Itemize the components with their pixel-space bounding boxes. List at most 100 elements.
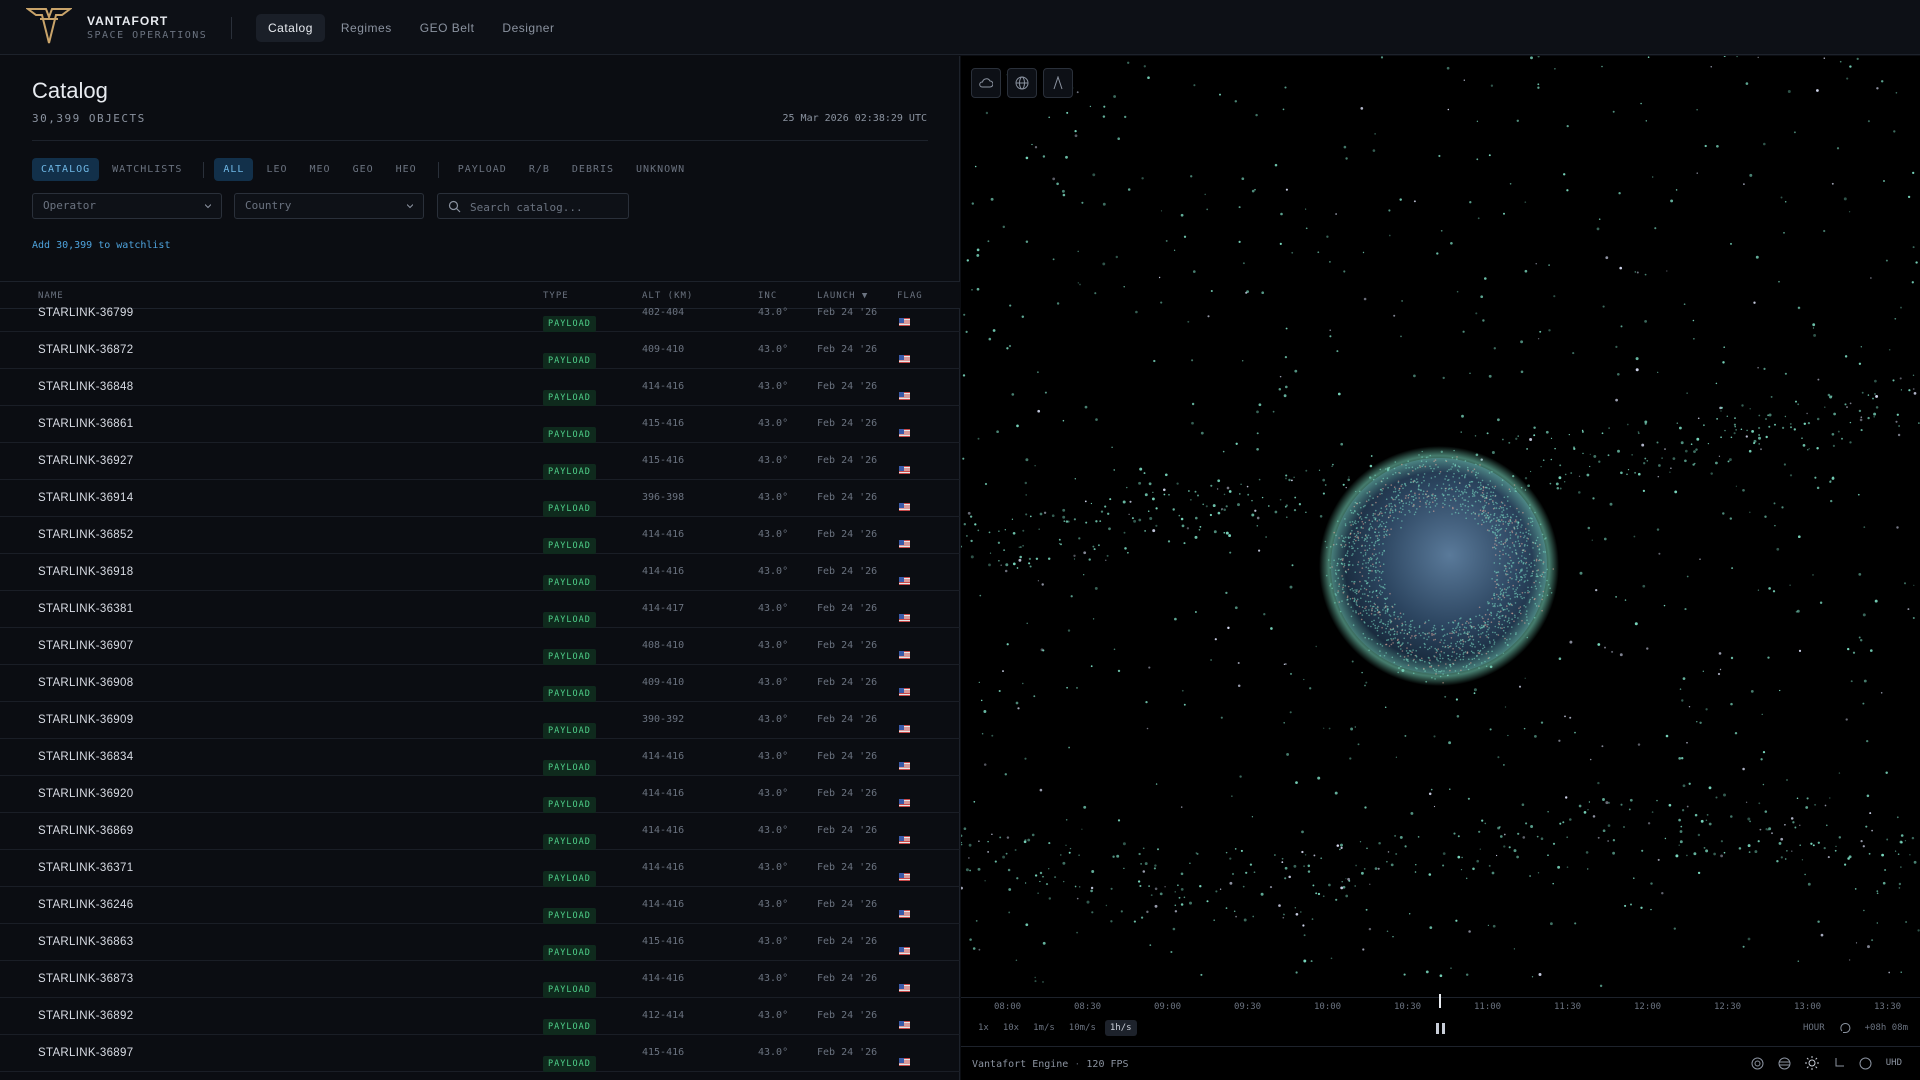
leo-object-dot: [1459, 626, 1461, 628]
page-title: Catalog: [32, 78, 108, 103]
clouds-toggle-button[interactable]: [971, 68, 1001, 98]
table-row[interactable]: STARLINK-36799 PAYLOAD 402-404 43.0° Feb 24 …: [0, 307, 960, 332]
leo-object-dot: [1485, 634, 1487, 637]
table-row[interactable]: STARLINK-36909 PAYLOAD 390-392 43.0° Feb 24 …: [0, 702, 960, 739]
table-row[interactable]: STARLINK-36861 PAYLOAD 415-416 43.0° Feb 24 …: [0, 406, 960, 443]
table-row[interactable]: STARLINK-36908 PAYLOAD 409-410 43.0° Feb 24 …: [0, 665, 960, 702]
col-inc[interactable]: INC: [758, 291, 777, 301]
leo-object-dot: [1517, 562, 1520, 564]
filter-meo[interactable]: MEO: [301, 158, 340, 181]
table-row[interactable]: STARLINK-36872 PAYLOAD 409-410 43.0° Feb 24 …: [0, 332, 960, 369]
vantafort-logo-icon[interactable]: [26, 5, 72, 47]
reset-time-icon[interactable]: [1839, 1022, 1851, 1034]
speed-1m-s[interactable]: 1m/s: [1028, 1020, 1060, 1036]
brand: VANTAFORT SPACE OPERATIONS: [87, 14, 207, 41]
filter-leo[interactable]: LEO: [257, 158, 296, 181]
debris-dot: [987, 840, 989, 843]
leo-object-dot: [1434, 499, 1436, 502]
globe-toggle-button[interactable]: [1007, 68, 1037, 98]
nav-catalog[interactable]: Catalog: [256, 14, 325, 42]
table-row[interactable]: STARLINK-36873 PAYLOAD 414-416 43.0° Feb 24 …: [0, 961, 960, 998]
col-launch[interactable]: LAUNCH ▼: [817, 291, 868, 301]
tab-catalog[interactable]: CATALOG: [32, 158, 100, 181]
leo-object-dot: [1390, 643, 1393, 646]
table-row[interactable]: STARLINK-36852 PAYLOAD 414-416 43.0° Feb 24 …: [0, 517, 960, 554]
col-alt[interactable]: ALT (KM): [642, 291, 693, 301]
speed-1h-s[interactable]: 1h/s: [1104, 1020, 1137, 1036]
debris-dot: [1564, 473, 1567, 476]
add-to-watchlist-link[interactable]: Add 30,399 to watchlist: [32, 240, 170, 251]
table-row[interactable]: STARLINK-36381 PAYLOAD 414-417 43.0° Feb 24 …: [0, 591, 960, 628]
leo-object-dot: [1376, 520, 1378, 522]
operator-select[interactable]: Operator: [32, 193, 222, 219]
debris-dot: [1607, 454, 1610, 457]
speed-10x[interactable]: 10x: [998, 1020, 1024, 1036]
table-row[interactable]: STARLINK-36920 PAYLOAD 414-416 43.0° Feb 24 …: [0, 776, 960, 813]
sun-icon[interactable]: [1804, 1056, 1819, 1070]
leo-object-dot: [1364, 593, 1366, 595]
table-row[interactable]: STARLINK-36907 PAYLOAD 408-410 43.0° Feb 24 …: [0, 628, 960, 665]
globe-viewer[interactable]: 08:00 08:30 09:00 09:30 10:00 10:30 11:00 11:30…: [961, 56, 1920, 1080]
pause-icon[interactable]: [1436, 1023, 1445, 1034]
tab-watchlists[interactable]: WATCHLISTS: [103, 158, 191, 181]
table-row[interactable]: STARLINK-36897 PAYLOAD 415-416 43.0° Feb 24 …: [0, 1035, 960, 1072]
col-name[interactable]: NAME: [38, 291, 64, 301]
debris-dot: [1746, 429, 1748, 432]
debris-dot: [1359, 841, 1362, 843]
nav-designer[interactable]: Designer: [490, 14, 566, 42]
leo-object-dot: [1499, 596, 1501, 599]
table-row[interactable]: STARLINK-36918 PAYLOAD 414-416 43.0° Feb 24 …: [0, 554, 960, 591]
speed-10m-s[interactable]: 10m/s: [1064, 1020, 1101, 1036]
leo-object-dot: [1445, 475, 1448, 478]
debris-dot: [1084, 405, 1088, 409]
debris-dot: [1684, 449, 1688, 453]
leo-object-dot: [1365, 566, 1367, 568]
filter-payload[interactable]: PAYLOAD: [449, 158, 516, 181]
debris-dot: [1159, 892, 1163, 896]
leo-object-dot: [1335, 543, 1338, 546]
country-select[interactable]: Country: [234, 193, 424, 219]
table-row[interactable]: STARLINK-36927 PAYLOAD 415-416 43.0° Feb 24 …: [0, 443, 960, 480]
leo-object-dot: [1401, 463, 1403, 466]
table-row[interactable]: STARLINK-36834 PAYLOAD 414-416 43.0° Feb 24 …: [0, 739, 960, 776]
leo-object-dot: [1506, 639, 1508, 641]
col-flag[interactable]: FLAG: [897, 291, 923, 301]
quality-toggle[interactable]: UHD: [1886, 1058, 1902, 1068]
table-row[interactable]: STARLINK-36914 PAYLOAD 396-398 43.0° Feb 24 …: [0, 480, 960, 517]
table-row[interactable]: STARLINK-36863 PAYLOAD 415-416 43.0° Feb 24 …: [0, 924, 960, 961]
table-row[interactable]: STARLINK-36848 PAYLOAD 414-416 43.0° Feb 24 …: [0, 369, 960, 406]
filter-rocket-body[interactable]: R/B: [520, 158, 559, 181]
debris-dot: [1110, 920, 1113, 923]
leo-object-dot: [1517, 540, 1520, 542]
catalog-search[interactable]: [437, 193, 629, 219]
table-row[interactable]: STARLINK-36246 PAYLOAD 414-416 43.0° Feb 24 …: [0, 887, 960, 924]
col-type[interactable]: TYPE: [543, 291, 569, 301]
filter-unknown[interactable]: UNKNOWN: [627, 158, 694, 181]
orbit-icon[interactable]: [1859, 1057, 1872, 1070]
debris-dot: [1328, 727, 1331, 730]
table-row[interactable]: STARLINK-36371 PAYLOAD 414-416 43.0° Feb 24 …: [0, 850, 960, 887]
search-input[interactable]: [468, 197, 622, 217]
target-icon[interactable]: [1751, 1057, 1764, 1070]
nav-regimes[interactable]: Regimes: [329, 14, 404, 42]
timeline-scale[interactable]: HOUR: [1803, 1023, 1825, 1033]
table-row[interactable]: STARLINK-36869 PAYLOAD 414-416 43.0° Feb 24 …: [0, 813, 960, 850]
speed-1x[interactable]: 1x: [973, 1020, 994, 1036]
table-row[interactable]: STARLINK-36892 PAYLOAD 412-414 43.0° Feb 24 …: [0, 998, 960, 1035]
layers-icon[interactable]: [1778, 1057, 1791, 1070]
debris-dot: [1163, 488, 1166, 492]
filter-heo[interactable]: HEO: [387, 158, 426, 181]
filter-debris[interactable]: DEBRIS: [563, 158, 623, 181]
debris-dot: [1696, 172, 1698, 174]
filter-geo[interactable]: GEO: [344, 158, 383, 181]
debris-dot: [1155, 524, 1158, 527]
compass-toggle-button[interactable]: [1043, 68, 1073, 98]
nav-geo-belt[interactable]: GEO Belt: [408, 14, 487, 42]
timeline-tick-label: 13:00: [1794, 1002, 1822, 1012]
debris-dot: [1069, 847, 1072, 850]
filter-all[interactable]: ALL: [214, 158, 254, 181]
axis-icon[interactable]: [1833, 1057, 1845, 1069]
leo-object-dot: [1464, 475, 1466, 478]
orbit-scene[interactable]: [961, 56, 1920, 1000]
debris-dot: [1152, 491, 1154, 493]
